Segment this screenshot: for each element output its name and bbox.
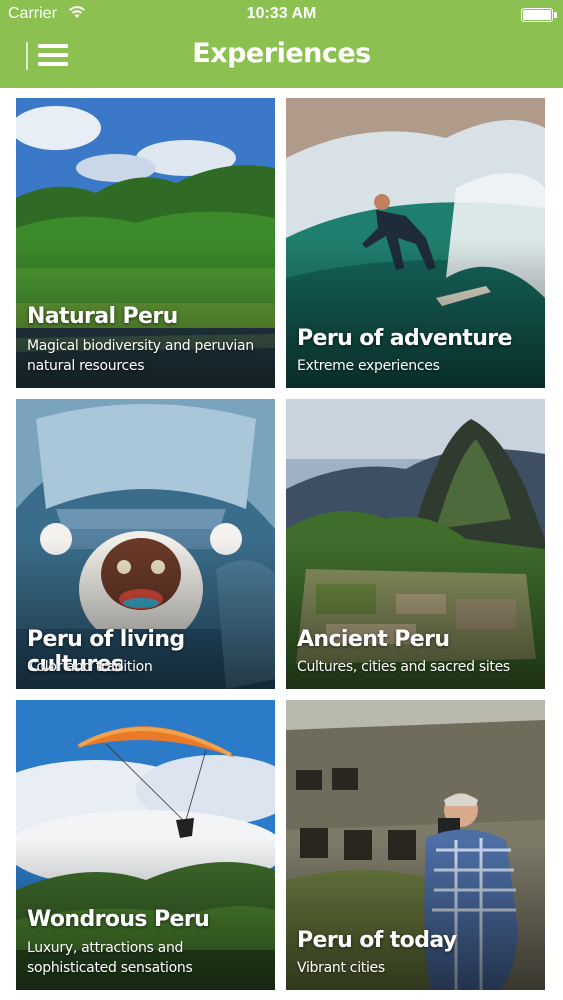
card-subtitle: Extreme experiences <box>297 358 440 374</box>
card-subtitle: Magical biodiversity and peruvian natura… <box>27 338 254 374</box>
card-peru-of-today[interactable]: Peru of today Vibrant cities <box>286 700 545 990</box>
card-title: Natural Peru <box>27 304 178 329</box>
card-title: Wondrous Peru <box>27 907 210 932</box>
card-subtitle: Vibrant cities <box>297 960 385 976</box>
status-time: 10:33 AM <box>246 5 317 22</box>
status-bar: Carrier 10:33 AM <box>0 0 563 30</box>
nav-header: Carrier 10:33 AM Experiences <box>0 0 563 88</box>
card-natural-peru[interactable]: Natural Peru Magical biodiversity and pe… <box>16 98 275 388</box>
card-peru-of-adventure[interactable]: Peru of adventure Extreme experiences <box>286 98 545 388</box>
card-peru-of-living-cultures[interactable]: Peru of living cultures Color and tradit… <box>16 399 275 689</box>
card-subtitle: Color and tradition <box>27 659 153 675</box>
card-subtitle: Luxury, attractions and sophisticated se… <box>27 940 193 976</box>
card-title: Ancient Peru <box>297 627 450 652</box>
card-wondrous-peru[interactable]: Wondrous Peru Luxury, attractions and so… <box>16 700 275 990</box>
experiences-grid: Natural Peru Magical biodiversity and pe… <box>0 88 563 1000</box>
page-title: Experiences <box>192 38 371 69</box>
card-subtitle: Cultures, cities and sacred sites <box>297 659 510 675</box>
card-title: Peru of today <box>297 928 457 953</box>
card-title: Peru of adventure <box>297 326 512 351</box>
card-ancient-peru[interactable]: Ancient Peru Cultures, cities and sacred… <box>286 399 545 689</box>
battery-icon <box>521 8 557 22</box>
